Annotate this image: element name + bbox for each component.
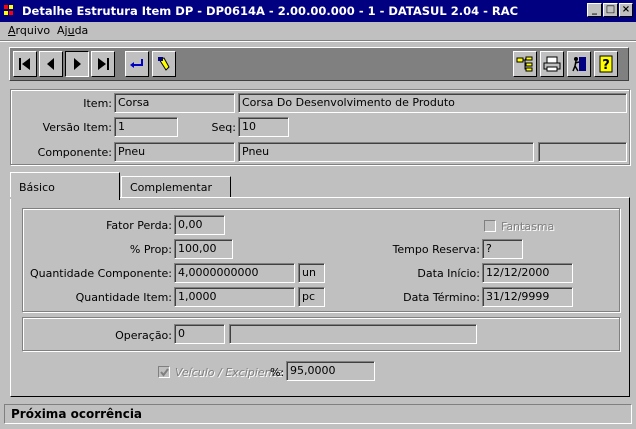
data-termino-label: Data Término: <box>403 291 480 304</box>
first-icon <box>19 58 30 70</box>
componente-description-field[interactable]: Pneu <box>238 142 534 162</box>
data-termino-field[interactable]: 31/12/9999 <box>482 287 573 307</box>
menu-arquivo[interactable]: Arquivo <box>8 24 50 37</box>
quantidade-componente-unit[interactable]: un <box>298 263 325 283</box>
tree-structure-icon <box>516 56 533 72</box>
print-button[interactable] <box>540 51 564 77</box>
close-button[interactable]: × <box>619 3 633 17</box>
next-icon <box>74 58 81 70</box>
help-button[interactable]: ? <box>594 51 618 77</box>
svg-text:?: ? <box>602 58 610 73</box>
componente-extra-field[interactable] <box>538 142 627 162</box>
seq-field[interactable]: 10 <box>238 117 289 137</box>
quantidade-item-unit[interactable]: pc <box>298 287 325 307</box>
search-button[interactable] <box>152 51 176 77</box>
previous-icon <box>47 58 54 70</box>
last-record-button[interactable] <box>91 51 115 77</box>
versao-item-field[interactable]: 1 <box>114 117 178 137</box>
first-record-button[interactable] <box>13 51 37 77</box>
return-arrow-icon <box>130 59 143 68</box>
maximize-button[interactable]: □ <box>603 3 618 17</box>
data-inicio-label: Data Início: <box>417 267 480 280</box>
window-title: Detalhe Estrutura Item DP - DP0614A - 2.… <box>22 4 519 18</box>
fator-perda-label: Fator Perda: <box>106 219 172 232</box>
exit-door-icon <box>572 57 586 72</box>
tab-complementar[interactable]: Complementar <box>121 176 231 197</box>
item-description-field[interactable]: Corsa Do Desenvolvimento de Produto <box>238 93 627 113</box>
goto-button[interactable] <box>125 51 149 77</box>
structure-button[interactable] <box>513 51 537 77</box>
status-bar: Próxima ocorrência <box>4 404 632 424</box>
operacao-description-field[interactable] <box>229 324 477 344</box>
veiculo-checkbox[interactable] <box>158 366 170 378</box>
tab-join <box>10 197 119 199</box>
versao-item-label: Versão Item: <box>42 121 112 134</box>
toolbar: ? <box>9 47 629 81</box>
operacao-label: Operação: <box>115 329 172 342</box>
previous-record-button[interactable] <box>39 51 63 77</box>
quantidade-item-label: Quantidade Item: <box>75 291 172 304</box>
quantidade-item-field[interactable]: 1,0000 <box>174 287 295 307</box>
tempo-reserva-field[interactable]: ? <box>482 239 523 259</box>
title-bar: Detalhe Estrutura Item DP - DP0614A - 2.… <box>0 0 636 22</box>
item-code-field[interactable]: Corsa <box>114 93 235 113</box>
pct-label: %: <box>270 366 285 379</box>
help-icon: ? <box>599 55 613 73</box>
veiculo-label: Veículo / Excipiente <box>175 366 283 379</box>
printer-icon <box>543 56 561 72</box>
componente-code-field[interactable]: Pneu <box>114 142 235 162</box>
fantasma-label: Fantasma <box>501 220 555 233</box>
next-record-button[interactable] <box>65 51 89 77</box>
last-icon <box>98 58 109 70</box>
componente-label: Componente: <box>37 146 112 159</box>
fantasma-checkbox[interactable] <box>484 220 496 232</box>
prop-field[interactable]: 100,00 <box>174 239 233 259</box>
seq-label: Seq: <box>211 121 236 134</box>
quantidade-componente-label: Quantidade Componente: <box>29 267 172 280</box>
tab-basico[interactable]: Básico <box>10 172 120 200</box>
app-icon <box>3 3 19 19</box>
minimize-button[interactable]: _ <box>587 3 602 17</box>
quantidade-componente-field[interactable]: 4,0000000000 <box>174 263 295 283</box>
fator-perda-field[interactable]: 0,00 <box>174 215 225 235</box>
checkmark-icon <box>159 367 169 377</box>
flashlight-icon <box>158 57 170 71</box>
menu-ajuda[interactable]: Ajuda <box>57 24 88 37</box>
tempo-reserva-label: Tempo Reserva: <box>392 243 480 256</box>
item-label: Item: <box>83 97 112 110</box>
data-inicio-field[interactable]: 12/12/2000 <box>482 263 573 283</box>
prop-label: % Prop: <box>129 243 172 256</box>
operacao-code-field[interactable]: 0 <box>174 324 225 344</box>
tab-basico-label: Básico <box>19 181 55 194</box>
veiculo-percent-field[interactable]: 95,0000 <box>286 361 375 381</box>
exit-button[interactable] <box>567 51 591 77</box>
menu-divider <box>0 40 636 42</box>
tab-complementar-label: Complementar <box>130 181 212 194</box>
